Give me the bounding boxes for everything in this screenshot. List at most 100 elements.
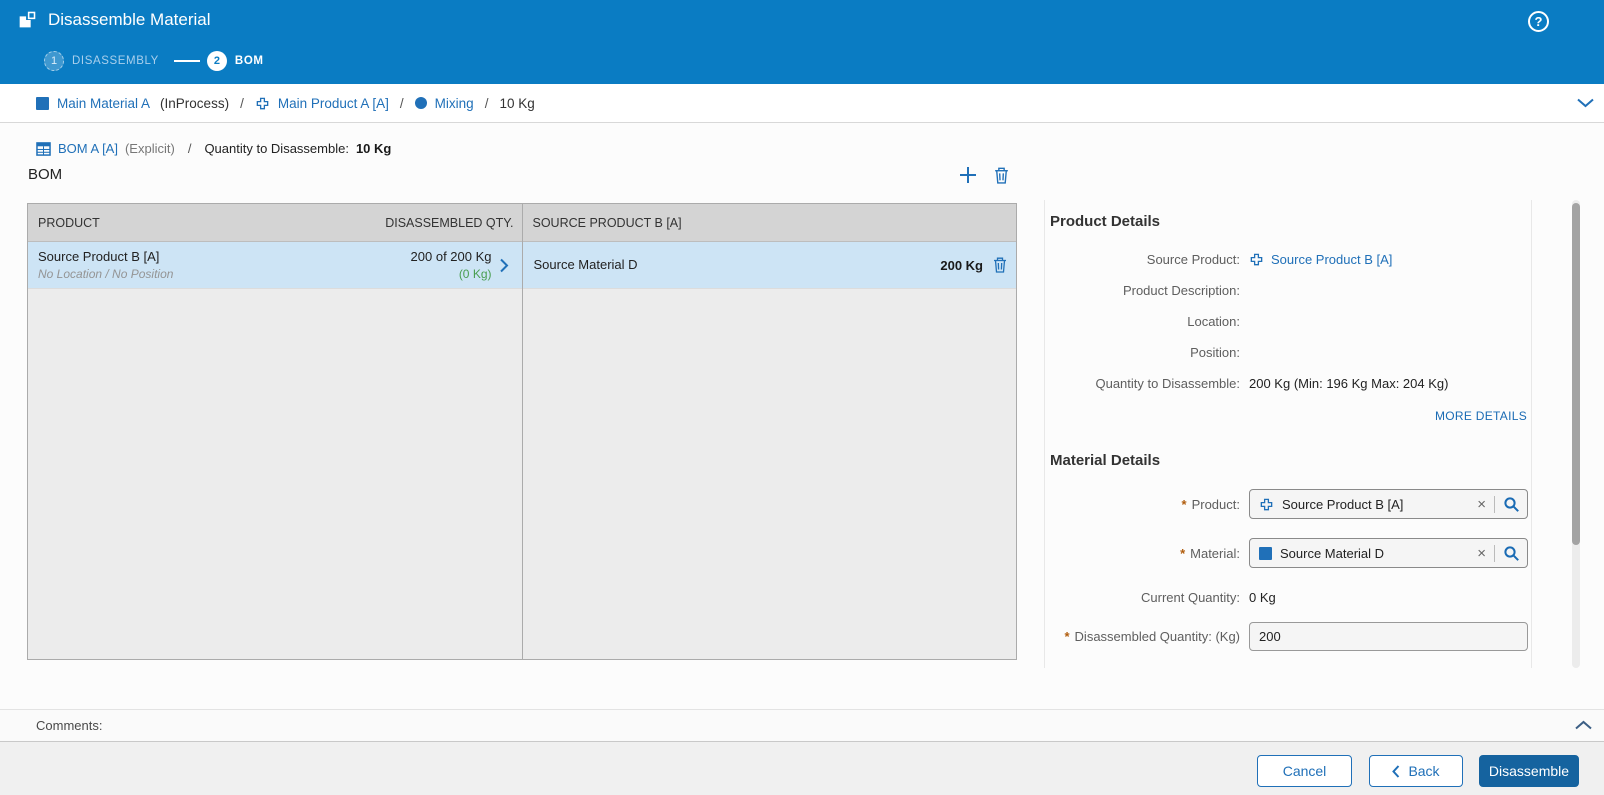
step-1-circle: 1: [44, 51, 64, 71]
material-square-icon: [1259, 547, 1272, 560]
disassembled-quantity-label: Disassembled Quantity: (Kg): [1075, 629, 1240, 644]
input-divider: [1494, 496, 1495, 513]
bom-path-bar: BOM A [A] (Explicit) / Quantity to Disas…: [36, 141, 391, 156]
product-row[interactable]: Source Product B [A] No Location / No Po…: [28, 242, 522, 289]
source-product-link[interactable]: Source Product B [A]: [1271, 252, 1392, 267]
location-field: Location:: [1050, 311, 1528, 332]
breadcrumb-separator: /: [400, 96, 404, 111]
page-title: Disassemble Material: [48, 10, 211, 30]
position-label: Position:: [1050, 345, 1240, 360]
row-pending-qty: (0 Kg): [411, 266, 492, 282]
bom-link[interactable]: BOM A [A]: [58, 141, 118, 156]
qty-to-disassemble-field: Quantity to Disassemble: 200 Kg (Min: 19…: [1050, 373, 1528, 394]
chevron-down-icon[interactable]: [1577, 98, 1594, 108]
product-plus-icon: [1249, 252, 1264, 267]
search-icon[interactable]: [1503, 496, 1520, 513]
comments-bar[interactable]: Comments:: [0, 709, 1604, 742]
col-product: PRODUCT: [38, 216, 100, 230]
details-panel: Product Details Source Product: Source P…: [1044, 200, 1532, 668]
col-source-product: SOURCE PRODUCT B [A]: [533, 216, 682, 230]
material-lookup-value: Source Material D: [1280, 546, 1469, 561]
disassemble-app-icon: [16, 9, 38, 31]
wizard-step-bom[interactable]: 2 BOM: [207, 51, 264, 71]
cancel-button[interactable]: Cancel: [1257, 755, 1352, 787]
material-lookup-input[interactable]: Source Material D ×: [1249, 538, 1528, 568]
row-product-name: Source Product B [A]: [38, 248, 411, 266]
mixing-link[interactable]: Mixing: [435, 96, 474, 111]
product-lookup-input[interactable]: Source Product B [A] ×: [1249, 489, 1528, 519]
source-product-table: SOURCE PRODUCT B [A] Source Material D 2…: [523, 204, 1017, 659]
bom-table-icon: [36, 142, 51, 156]
bom-section-title: BOM: [28, 166, 62, 183]
wizard-step-disassembly[interactable]: 1 DISASSEMBLY: [44, 51, 159, 71]
disassembled-quantity-field: * Disassembled Quantity: (Kg): [1050, 622, 1528, 651]
bom-table-actions: [958, 165, 1009, 185]
disassemble-button[interactable]: Disassemble: [1479, 755, 1579, 787]
breadcrumb-main-material[interactable]: Main Material A (InProcess): [36, 96, 229, 111]
product-label: Product:: [1192, 497, 1240, 512]
product-description-label: Product Description:: [1050, 283, 1240, 298]
disassemble-label: Disassemble: [1489, 763, 1569, 779]
input-divider: [1494, 545, 1495, 562]
breadcrumb-separator: /: [485, 96, 489, 111]
quantity-to-disassemble-label: Quantity to Disassemble:: [204, 141, 349, 156]
qty-to-disassemble-label: Quantity to Disassemble:: [1050, 376, 1240, 391]
row-location: No Location / No Position: [38, 266, 411, 282]
breadcrumb-separator: /: [240, 96, 244, 111]
back-button[interactable]: Back: [1369, 755, 1463, 787]
step-1-label: DISASSEMBLY: [72, 55, 159, 67]
product-table: PRODUCT DISASSEMBLED QTY. Source Product…: [28, 204, 523, 659]
row-delete-icon[interactable]: [993, 257, 1007, 273]
material-lookup-field: * Material: Source Material D ×: [1050, 538, 1528, 568]
help-icon[interactable]: ?: [1528, 11, 1549, 32]
col-disassembled-qty: DISASSEMBLED QTY.: [385, 216, 513, 230]
step-connector-line: [174, 60, 200, 62]
qty-to-disassemble-value: 200 Kg (Min: 196 Kg Max: 204 Kg): [1249, 375, 1448, 392]
cancel-label: Cancel: [1283, 763, 1327, 779]
source-product-label: Source Product:: [1050, 252, 1240, 267]
main-material-link[interactable]: Main Material A: [57, 96, 150, 111]
row-material-qty: 200 Kg: [940, 258, 983, 273]
row-qty: 200 of 200 Kg: [411, 248, 492, 266]
row-material-name: Source Material D: [534, 256, 931, 274]
position-field: Position:: [1050, 342, 1528, 363]
delete-row-icon[interactable]: [994, 167, 1009, 184]
source-product-table-header: SOURCE PRODUCT B [A]: [523, 204, 1017, 242]
material-row[interactable]: Source Material D 200 Kg: [523, 242, 1017, 289]
add-row-icon[interactable]: [958, 165, 978, 185]
material-square-icon: [36, 97, 49, 110]
clear-icon[interactable]: ×: [1477, 546, 1486, 561]
search-icon[interactable]: [1503, 545, 1520, 562]
product-lookup-field: * Product: Source Product B [A] ×: [1050, 489, 1528, 519]
source-product-field: Source Product: Source Product B [A]: [1050, 249, 1528, 270]
chevron-up-icon[interactable]: [1575, 720, 1592, 730]
clear-icon[interactable]: ×: [1477, 497, 1486, 512]
product-lookup-value: Source Product B [A]: [1282, 497, 1469, 512]
scrollbar-thumb[interactable]: [1572, 203, 1580, 545]
required-marker: *: [1180, 546, 1185, 561]
product-plus-icon: [255, 96, 270, 111]
bom-mode: (Explicit): [125, 141, 175, 156]
breadcrumb-operation[interactable]: Mixing: [415, 96, 474, 111]
path-separator: /: [188, 141, 192, 156]
material-status: (InProcess): [160, 96, 229, 111]
current-quantity-field: Current Quantity: 0 Kg: [1050, 587, 1528, 608]
more-details-link[interactable]: MORE DETAILS: [1435, 409, 1527, 423]
step-2-circle: 2: [207, 51, 227, 71]
title-bar: Disassemble Material ? 1 DISASSEMBLY 2 B…: [0, 0, 1604, 84]
required-marker: *: [1064, 629, 1069, 644]
breadcrumb-main-product[interactable]: Main Product A [A]: [255, 96, 389, 111]
required-marker: *: [1182, 497, 1187, 512]
product-plus-icon: [1259, 497, 1274, 512]
step-2-label: BOM: [235, 55, 264, 67]
operation-circle-icon: [415, 97, 427, 109]
breadcrumb-quantity: 10 Kg: [499, 96, 534, 111]
footer-bar: Cancel Back Disassemble: [0, 742, 1604, 795]
product-details-title: Product Details: [1050, 213, 1528, 230]
disassembled-quantity-input[interactable]: [1249, 622, 1528, 651]
main-product-link[interactable]: Main Product A [A]: [278, 96, 389, 111]
quantity-to-disassemble-value: 10 Kg: [356, 141, 391, 156]
material-details-title: Material Details: [1050, 452, 1528, 469]
chevron-right-icon[interactable]: [492, 258, 518, 273]
material-label: Material:: [1190, 546, 1240, 561]
